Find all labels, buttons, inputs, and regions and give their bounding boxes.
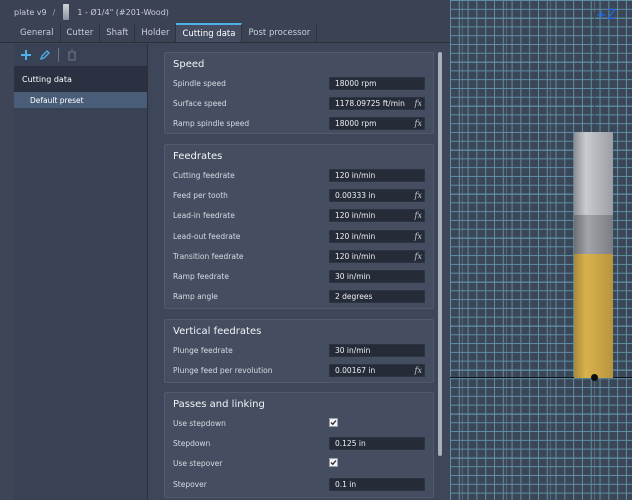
panel-scrollbar[interactable] xyxy=(438,52,442,456)
ramp-feedrate-label: Ramp feedrate xyxy=(173,271,229,281)
cutting-feedrate-label: Cutting feedrate xyxy=(173,171,235,180)
tool-preview-viewport[interactable]: +Z xyxy=(450,0,632,500)
tab-holder[interactable]: Holder xyxy=(135,23,177,42)
plunge-feed-per-revolution-label: Plunge feed per revolution xyxy=(173,366,273,376)
tool-flute-preview xyxy=(574,254,613,378)
feed-per-tooth-row: Feed per tooth 0.00333 in fx xyxy=(165,187,433,207)
ramp-spindle-speed-row: Ramp spindle speed 18000 rpm fx xyxy=(165,115,433,135)
vertical-feedrates-title: Vertical feedrates xyxy=(173,326,262,337)
ramp-feedrate-input[interactable]: 30 in/min xyxy=(329,269,425,283)
tab-shaft[interactable]: Shaft xyxy=(100,23,136,42)
ramp-spindle-speed-input[interactable]: 18000 rpm fx xyxy=(329,117,425,131)
stepover-input[interactable]: 0.1 in xyxy=(329,477,425,491)
transition-feedrate-label: Transition feedrate xyxy=(173,251,244,261)
cutting-feedrate-input[interactable]: 120 in/min xyxy=(329,169,425,182)
ramp-feedrate-row: Ramp feedrate 30 in/min xyxy=(165,268,433,288)
formula-icon[interactable]: fx xyxy=(415,98,422,109)
tab-bar: General Cutter Shaft Holder Cutting data… xyxy=(0,23,450,43)
ramp-angle-label: Ramp angle xyxy=(173,292,218,302)
feedrates-title: Feedrates xyxy=(173,151,223,162)
plunge-feed-per-revolution-row: Plunge feed per revolution 0.00167 in fx xyxy=(165,362,433,382)
cutting-feedrate-row: Cutting feedrate 120 in/min xyxy=(165,167,433,187)
edit-icon[interactable] xyxy=(37,47,53,63)
tool-tip-marker xyxy=(591,374,598,381)
lead-in-feedrate-input[interactable]: 120 in/min fx xyxy=(329,209,425,223)
lead-in-feedrate-row: Lead-in feedrate 120 in/min fx xyxy=(165,207,433,227)
tool-holder-preview xyxy=(574,215,613,255)
surface-speed-row: Surface speed 1178.09725 ft/min fx xyxy=(165,95,433,115)
use-stepdown-label: Use stepdown xyxy=(173,419,226,428)
plunge-feedrate-label: Plunge feedrate xyxy=(173,346,233,355)
feed-per-tooth-input[interactable]: 0.00333 in fx xyxy=(329,189,425,203)
formula-icon[interactable]: fx xyxy=(415,231,422,242)
speed-section: Speed Spindle speed 18000 rpm Surface sp… xyxy=(164,52,434,134)
delete-icon[interactable] xyxy=(64,47,80,63)
tool-thumbnail-icon xyxy=(63,4,70,20)
plunge-feedrate-row: Plunge feedrate 30 in/min xyxy=(165,342,433,362)
formula-icon[interactable]: fx xyxy=(415,190,422,201)
z-axis-label: +Z xyxy=(596,8,616,23)
add-icon[interactable] xyxy=(18,47,34,63)
preset-pane: Cutting data Default preset xyxy=(14,44,148,500)
document-name[interactable]: plate v9 xyxy=(14,8,47,17)
breadcrumb-separator: / xyxy=(52,7,56,17)
feedrates-section: Feedrates Cutting feedrate 120 in/min Fe… xyxy=(164,144,434,309)
feed-per-tooth-label: Feed per tooth xyxy=(173,191,228,201)
lead-in-feedrate-label: Lead-in feedrate xyxy=(173,211,235,221)
stepover-row: Stepover 0.1 in xyxy=(165,476,433,496)
ramp-angle-row: Ramp angle 2 degrees xyxy=(165,288,433,308)
use-stepover-label: Use stepover xyxy=(173,459,223,469)
ramp-angle-input[interactable]: 2 degrees xyxy=(329,290,425,304)
preset-list-header: Cutting data xyxy=(14,66,147,92)
tool-name: 1 - Ø1/4" (#201-Wood) xyxy=(77,7,169,17)
titlebar: plate v9 / 1 - Ø1/4" (#201-Wood) xyxy=(0,0,450,24)
spindle-speed-input[interactable]: 18000 rpm xyxy=(329,77,425,90)
cutting-data-panel: Speed Spindle speed 18000 rpm Surface sp… xyxy=(150,44,450,500)
stepdown-row: Stepdown 0.125 in xyxy=(165,435,433,455)
passes-linking-title: Passes and linking xyxy=(173,399,265,410)
spindle-speed-label: Spindle speed xyxy=(173,79,226,88)
formula-icon[interactable]: fx xyxy=(415,251,422,262)
use-stepdown-row: Use stepdown xyxy=(165,415,433,435)
formula-icon[interactable]: fx xyxy=(415,118,422,129)
lead-out-feedrate-label: Lead-out feedrate xyxy=(173,231,241,241)
transition-feedrate-row: Transition feedrate 120 in/min fx xyxy=(165,248,433,268)
plunge-feed-per-revolution-input[interactable]: 0.00167 in fx xyxy=(329,364,425,378)
tab-general[interactable]: General xyxy=(14,23,61,42)
preset-toolbar xyxy=(14,44,147,66)
vertical-feedrates-section: Vertical feedrates Plunge feedrate 30 in… xyxy=(164,319,434,383)
use-stepdown-checkbox[interactable] xyxy=(329,418,338,427)
plunge-feedrate-input[interactable]: 30 in/min xyxy=(329,344,425,357)
stepover-label: Stepover xyxy=(173,479,207,489)
stepdown-label: Stepdown xyxy=(173,439,211,449)
preset-item-default[interactable]: Default preset xyxy=(14,92,147,108)
lead-out-feedrate-input[interactable]: 120 in/min fx xyxy=(329,229,425,243)
tab-cutter[interactable]: Cutter xyxy=(61,23,101,42)
formula-icon[interactable]: fx xyxy=(415,365,422,376)
lead-out-feedrate-row: Lead-out feedrate 120 in/min fx xyxy=(165,228,433,248)
ramp-spindle-speed-label: Ramp spindle speed xyxy=(173,119,250,129)
transition-feedrate-input[interactable]: 120 in/min fx xyxy=(329,249,425,263)
surface-speed-label: Surface speed xyxy=(173,99,227,109)
use-stepover-checkbox[interactable] xyxy=(329,458,338,468)
tab-post-processor[interactable]: Post processor xyxy=(242,23,318,42)
formula-icon[interactable]: fx xyxy=(415,210,422,221)
tool-shaft-preview xyxy=(574,132,613,216)
use-stepover-row: Use stepover xyxy=(165,455,433,475)
speed-title: Speed xyxy=(173,59,205,70)
tab-cutting-data[interactable]: Cutting data xyxy=(176,23,243,42)
passes-linking-section: Passes and linking Use stepdown Stepdown… xyxy=(164,392,434,498)
toolbar-divider xyxy=(58,48,59,62)
surface-speed-input[interactable]: 1178.09725 ft/min fx xyxy=(329,97,425,111)
spindle-speed-row: Spindle speed 18000 rpm xyxy=(165,75,433,95)
stepdown-input[interactable]: 0.125 in xyxy=(329,437,425,451)
